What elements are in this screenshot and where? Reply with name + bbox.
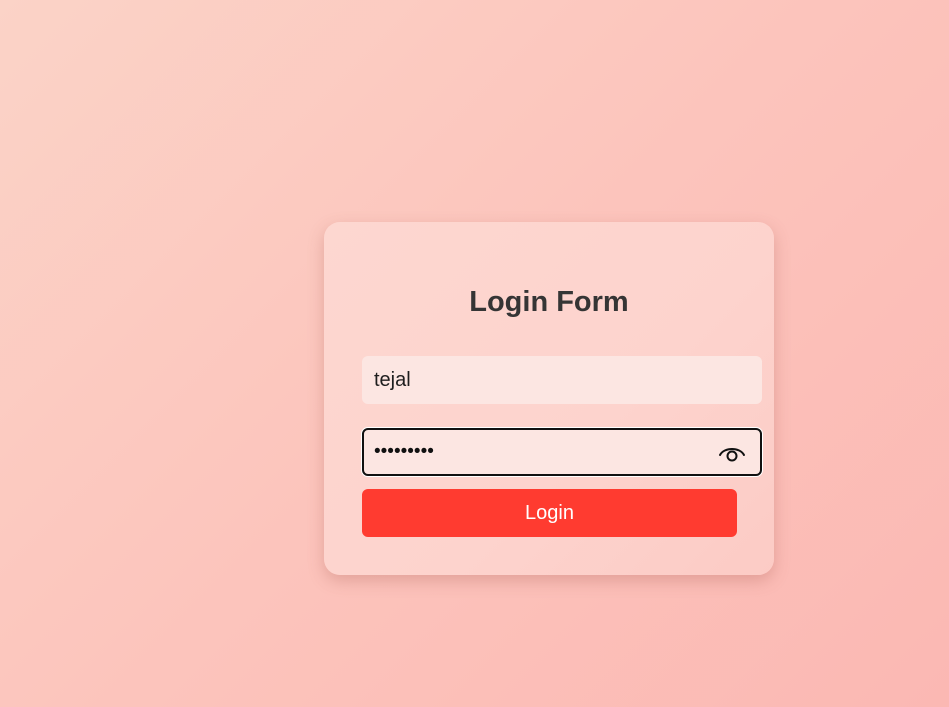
eye-icon[interactable]	[718, 442, 746, 462]
password-value: •••••••••	[374, 441, 434, 462]
form-title: Login Form	[469, 286, 629, 318]
login-card: Login Form tejal ••••••••• Login	[324, 222, 774, 575]
password-input[interactable]: •••••••••	[362, 428, 762, 476]
username-value: tejal	[374, 368, 411, 391]
login-button[interactable]: Login	[362, 489, 737, 537]
username-input[interactable]: tejal	[362, 356, 762, 404]
